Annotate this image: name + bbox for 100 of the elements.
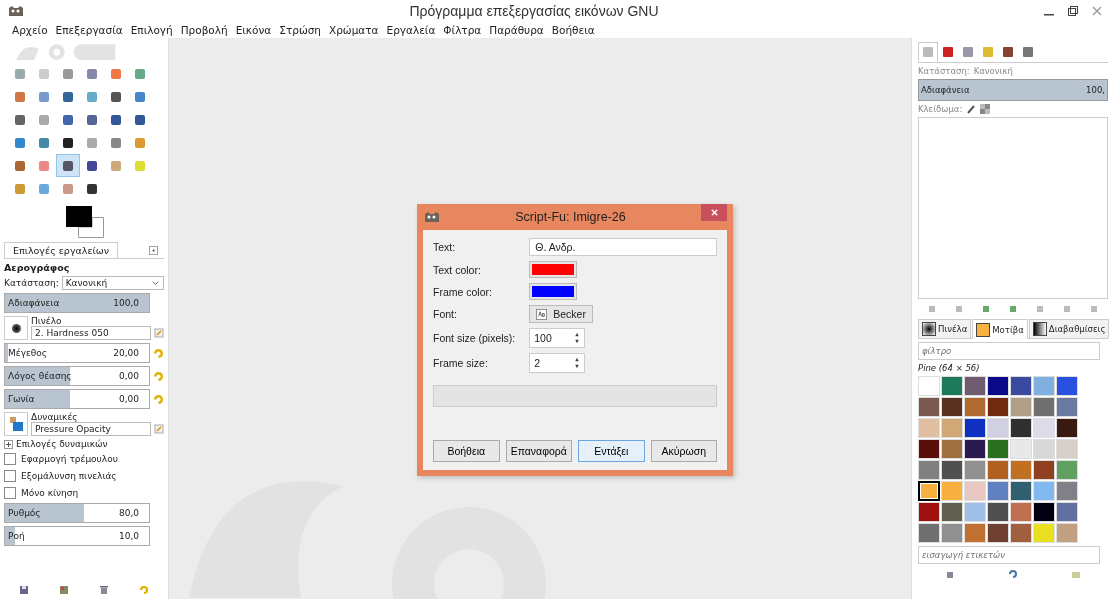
menu-item[interactable]: Χρώματα bbox=[329, 24, 379, 36]
tool-icon bbox=[37, 181, 51, 196]
reset-icon[interactable] bbox=[153, 393, 164, 405]
tool-icon bbox=[37, 89, 51, 104]
dialog-button[interactable]: Ακύρωση bbox=[650, 440, 717, 462]
reset-icon[interactable] bbox=[153, 370, 164, 382]
reset-icon[interactable] bbox=[139, 585, 149, 595]
opacity-slider[interactable]: Αδιαφάνεια 100, bbox=[918, 79, 1108, 101]
text-field[interactable]: Θ. Ανδρ. bbox=[529, 238, 717, 256]
tool-icon bbox=[85, 158, 99, 173]
dynamics-preview[interactable] bbox=[4, 412, 28, 436]
close-icon[interactable] bbox=[1092, 6, 1102, 16]
brush-field[interactable]: 2. Hardness 050 bbox=[31, 326, 151, 340]
value-slider[interactable]: Ροή 10,0 bbox=[4, 526, 150, 546]
close-button[interactable] bbox=[701, 204, 727, 221]
tool-icon bbox=[61, 112, 75, 127]
tool-name: Αερογράφος bbox=[4, 262, 71, 273]
layer-action-icon[interactable] bbox=[926, 304, 937, 314]
tool-icon bbox=[61, 89, 75, 104]
dialog-button[interactable]: Εντάξει bbox=[578, 440, 645, 462]
delete-icon[interactable] bbox=[944, 569, 955, 579]
menu-item[interactable]: Παράθυρα bbox=[489, 24, 544, 36]
tags-field[interactable]: εισαγωγή ετικετών bbox=[918, 546, 1100, 564]
mode-label: Κατάσταση: bbox=[918, 66, 970, 76]
background-color-swatch[interactable] bbox=[78, 217, 104, 238]
foreground-color-swatch[interactable] bbox=[66, 206, 92, 227]
tool-icon bbox=[133, 66, 147, 81]
refresh-icon[interactable] bbox=[1008, 569, 1018, 579]
brush-dot-icon bbox=[11, 323, 21, 333]
value-slider[interactable]: Μέγεθος 20,00 bbox=[4, 343, 150, 363]
expander-icon[interactable] bbox=[4, 439, 13, 449]
menu-item[interactable]: Φίλτρα bbox=[443, 24, 482, 36]
save-icon[interactable] bbox=[19, 585, 29, 595]
tool-icon bbox=[13, 112, 27, 127]
dock-tab[interactable]: Διαβαθμίσεις bbox=[1028, 319, 1110, 338]
tool-icon bbox=[13, 181, 27, 196]
tab-icon bbox=[961, 45, 975, 59]
panel-menu-icon[interactable] bbox=[149, 245, 158, 255]
maximize-icon[interactable] bbox=[1068, 6, 1078, 16]
delete-icon[interactable] bbox=[99, 585, 109, 595]
mode-dropdown[interactable]: Κανονική bbox=[61, 276, 164, 290]
value-slider[interactable]: Λόγος θέασης 0,00 bbox=[4, 366, 150, 386]
menu-item[interactable]: Επεξεργασία bbox=[55, 24, 123, 36]
dialog-button[interactable]: Επαναφορά bbox=[505, 440, 572, 462]
field-label: Text: bbox=[433, 241, 457, 253]
font-button[interactable]: Becker bbox=[529, 305, 593, 323]
layer-action-icon[interactable] bbox=[1035, 304, 1046, 314]
brush-lock-icon[interactable] bbox=[966, 104, 977, 114]
tool-icon bbox=[37, 158, 51, 173]
tool-icon bbox=[109, 135, 123, 150]
tool-icon bbox=[13, 158, 27, 173]
checkbox[interactable] bbox=[4, 470, 16, 482]
dynamics-label: Δυναμικές bbox=[31, 412, 79, 422]
layer-action-icon[interactable] bbox=[953, 304, 964, 314]
opacity-slider[interactable]: Αδιαφάνεια 100,0 bbox=[4, 293, 150, 313]
dialog-button[interactable]: Βοήθεια bbox=[433, 440, 500, 462]
tool-icon bbox=[109, 89, 123, 104]
value-slider[interactable]: Γωνία 0,00 bbox=[4, 389, 150, 409]
spin-field[interactable]: 100 bbox=[529, 328, 586, 348]
checkbox-label: Εξομάλυνση πινελιάς bbox=[21, 471, 117, 481]
edit-icon[interactable] bbox=[154, 328, 164, 338]
spin-field[interactable]: 2 bbox=[529, 353, 586, 373]
menu-item[interactable]: Αρχείο bbox=[12, 24, 48, 36]
tab-icon bbox=[1021, 45, 1035, 59]
menu-item[interactable]: Επιλογή bbox=[130, 24, 173, 36]
tool-options-tab[interactable]: Επιλογές εργαλείων bbox=[4, 242, 118, 258]
tab-icon bbox=[976, 322, 991, 337]
tool-icon bbox=[13, 135, 27, 150]
field-label: Font size (pixels): bbox=[433, 332, 516, 344]
spin-arrows-icon[interactable] bbox=[574, 331, 581, 345]
layer-action-icon[interactable] bbox=[1089, 304, 1100, 314]
edit-icon[interactable] bbox=[154, 424, 164, 434]
dock-tab[interactable]: Πινέλα bbox=[918, 319, 972, 338]
pattern-thumbnail[interactable] bbox=[918, 481, 940, 501]
expander-label[interactable]: Επιλογές δυναμικών bbox=[16, 439, 108, 449]
font-icon bbox=[536, 308, 548, 320]
layer-action-icon[interactable] bbox=[1008, 304, 1018, 314]
tool-icon bbox=[85, 89, 99, 104]
menu-item[interactable]: Εικόνα bbox=[235, 24, 272, 36]
tab-icon bbox=[1001, 45, 1015, 59]
reset-icon[interactable] bbox=[153, 347, 164, 359]
dynamics-field[interactable]: Pressure Opacity bbox=[31, 422, 151, 436]
mode-value[interactable]: Κανονική bbox=[973, 66, 1013, 76]
restore-icon[interactable] bbox=[59, 585, 69, 595]
tool-icon bbox=[61, 158, 75, 173]
menu-item[interactable]: Εργαλεία bbox=[386, 24, 436, 36]
filter-field[interactable]: φίλτρο bbox=[918, 342, 1100, 360]
checkbox[interactable] bbox=[4, 453, 16, 465]
menu-item[interactable]: Βοήθεια bbox=[551, 24, 595, 36]
checker-lock-icon[interactable] bbox=[980, 104, 991, 114]
spin-arrows-icon[interactable] bbox=[574, 356, 581, 370]
layer-action-icon[interactable] bbox=[1062, 304, 1073, 314]
pattern-name: Pine (64 × 56) bbox=[918, 363, 981, 373]
brush-preview[interactable] bbox=[4, 316, 28, 340]
menu-item[interactable]: Προβολή bbox=[180, 24, 228, 36]
value-slider[interactable]: Ρυθμός 80,0 bbox=[4, 503, 150, 523]
checkbox[interactable] bbox=[4, 487, 16, 499]
layer-action-icon[interactable] bbox=[980, 304, 991, 314]
menu-item[interactable]: Στρώση bbox=[279, 24, 321, 36]
dock-tab[interactable]: Μοτίβα bbox=[972, 319, 1028, 339]
